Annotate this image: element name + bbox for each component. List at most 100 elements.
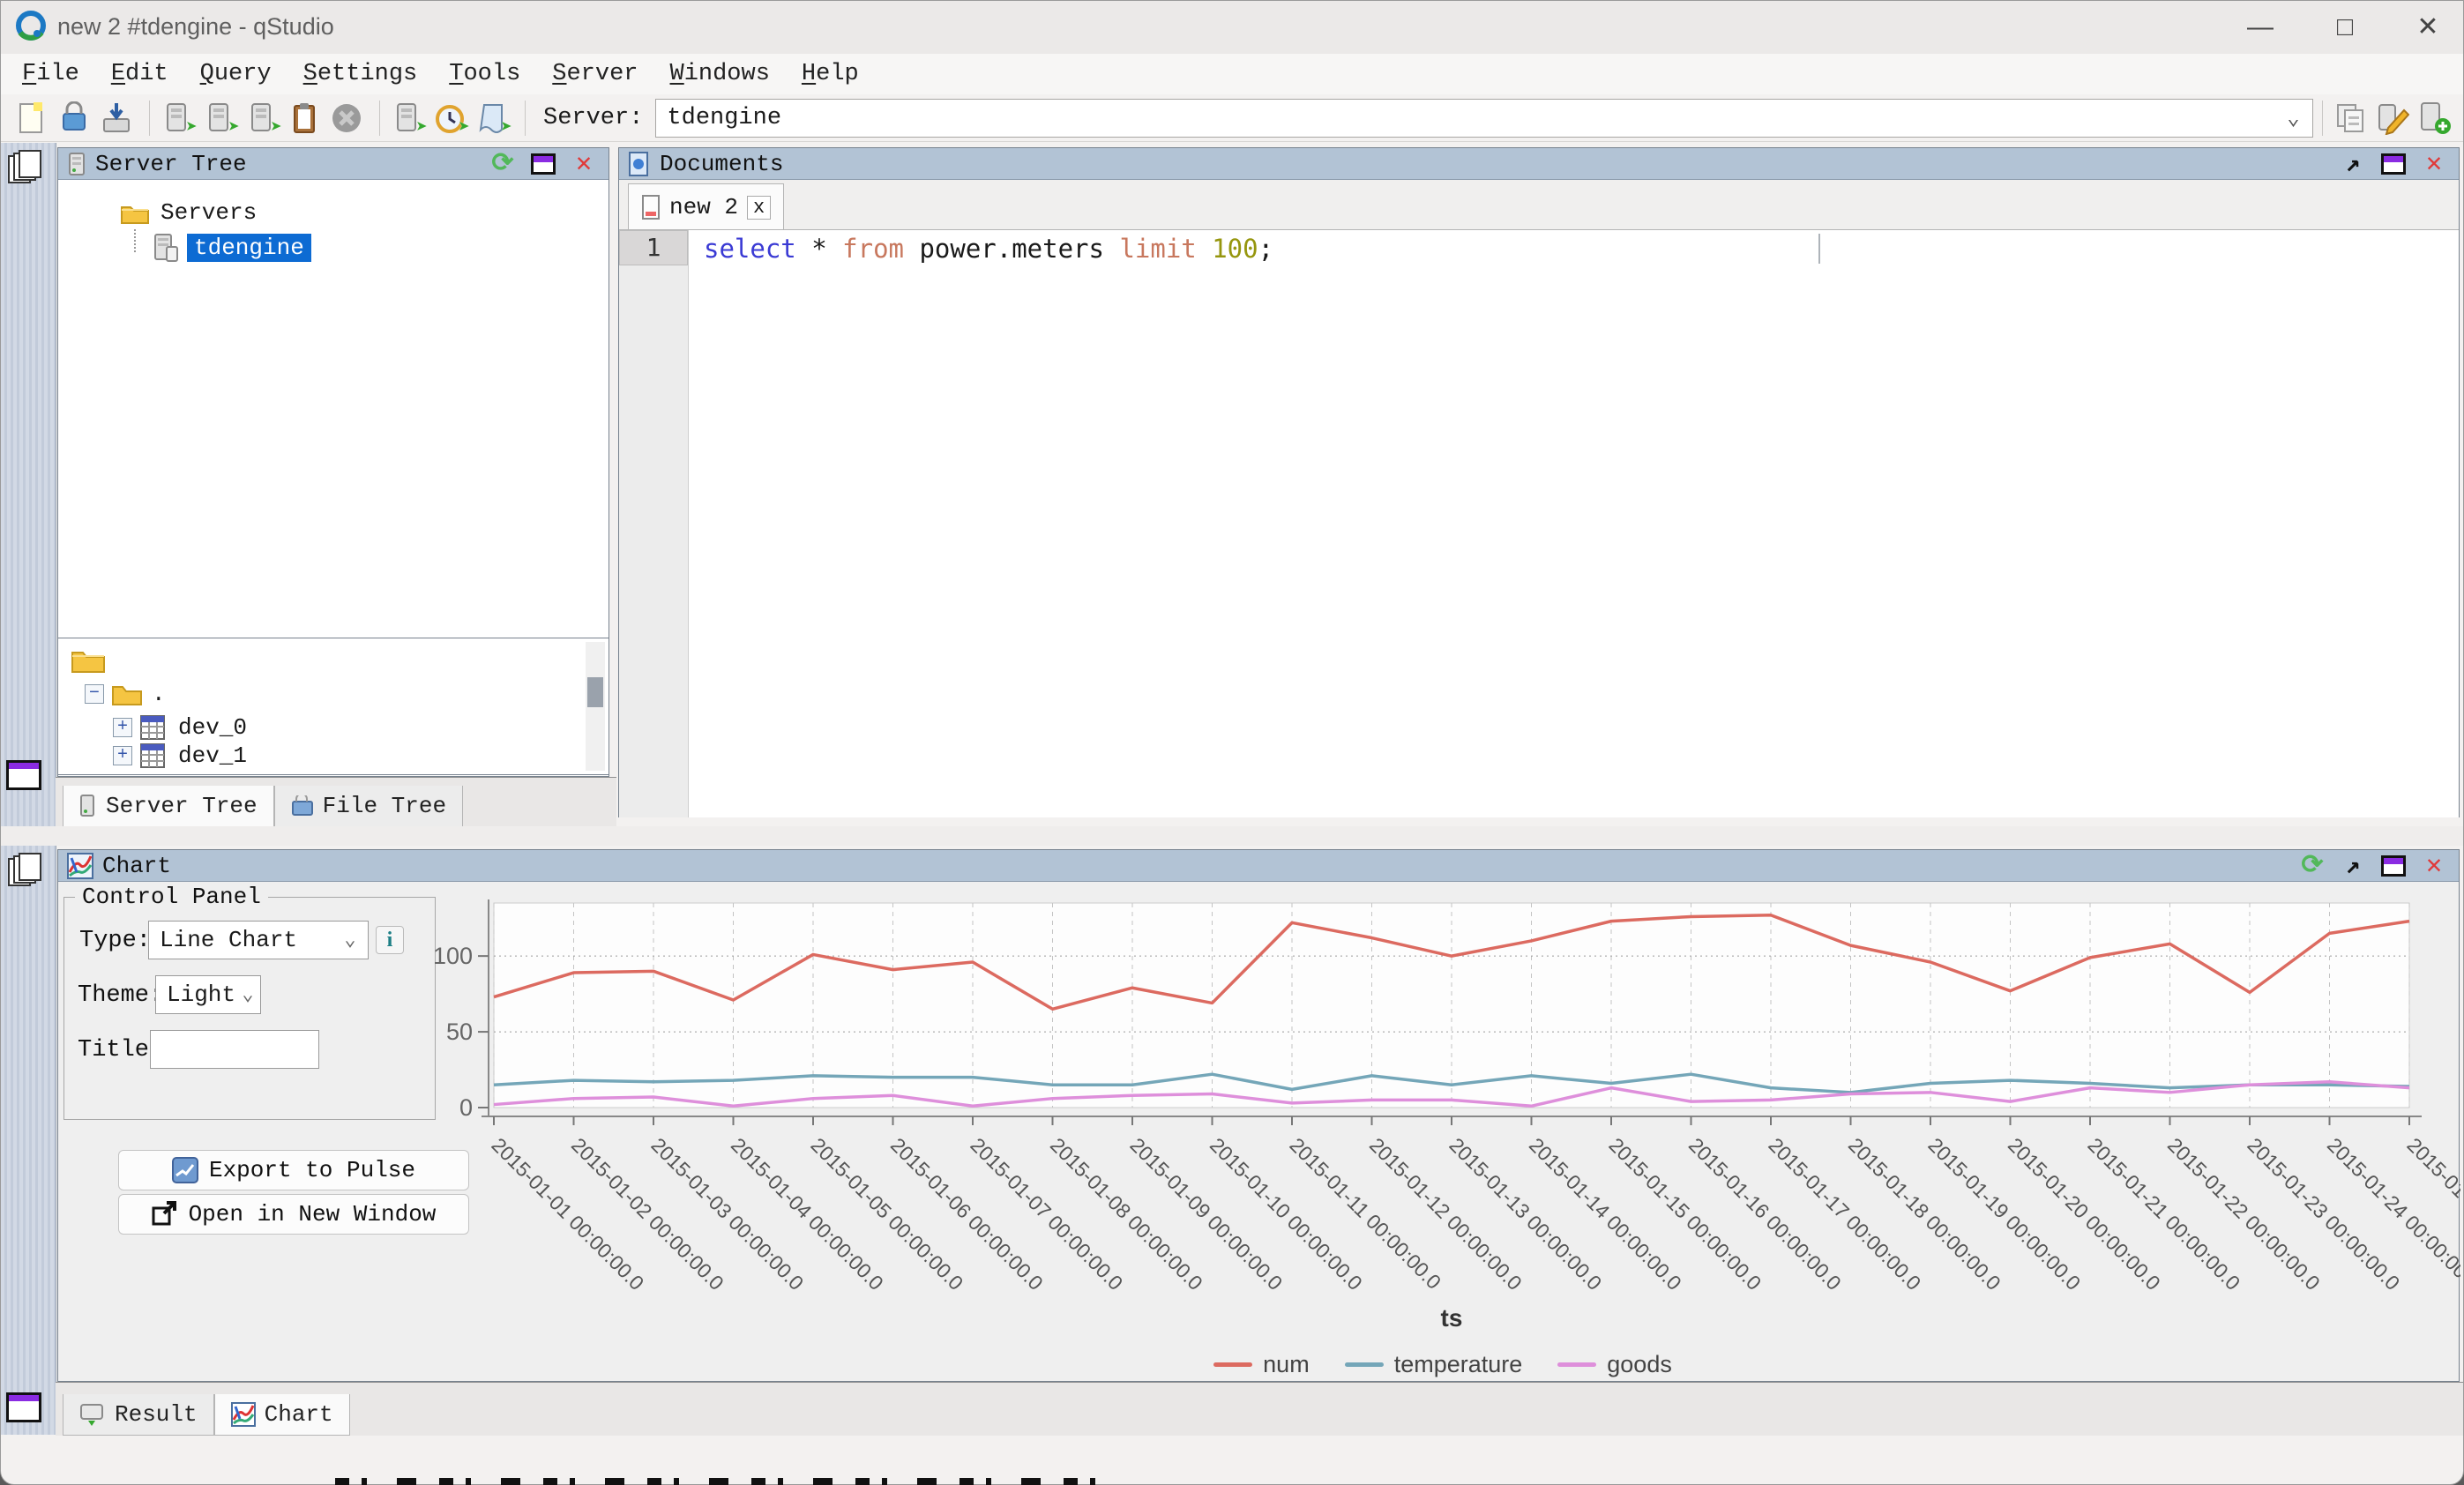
send-query-icon[interactable]: ➤: [389, 100, 426, 137]
refresh-icon[interactable]: ⟳: [2296, 853, 2328, 879]
save-icon[interactable]: [98, 100, 135, 137]
line-chart[interactable]: 0501002015-01-01 00:00:00.02015-01-02 00…: [425, 885, 2460, 1353]
maximize-panel-icon[interactable]: [2378, 151, 2409, 177]
menu-help[interactable]: Help: [786, 61, 875, 87]
popup-panel-icon[interactable]: ↗: [2337, 853, 2369, 879]
run-script-icon[interactable]: ➤: [474, 100, 511, 137]
tab-chart[interactable]: Chart: [214, 1394, 350, 1436]
dock-window-icon[interactable]: [6, 760, 41, 790]
copy-server-icon[interactable]: [2332, 100, 2369, 137]
chevron-down-icon[interactable]: ⌄: [2274, 105, 2312, 131]
scrollbar-thumb[interactable]: [587, 677, 603, 707]
tree-item-root-folder[interactable]: [71, 645, 106, 674]
menu-settings[interactable]: Settings: [287, 61, 434, 87]
sql-code-line[interactable]: select * from power.meters limit 100;: [704, 232, 1273, 265]
menu-bar: FileEditQuerySettingsToolsServerWindowsH…: [1, 54, 2464, 94]
x-tick-label: 2015-01-04 00:00:00.0: [727, 1133, 888, 1295]
popup-panel-icon[interactable]: ↗: [2337, 151, 2369, 177]
tree-item-dev0[interactable]: + dev_0: [113, 714, 247, 741]
sql-editor[interactable]: 1 select * from power.meters limit 100;: [619, 229, 2459, 817]
dock-restore-icon[interactable]: [8, 853, 45, 888]
refresh-icon[interactable]: ⟳: [487, 151, 519, 177]
run-line-icon[interactable]: ➤: [201, 100, 238, 137]
chart-type-value: Line Chart: [149, 927, 332, 953]
tab-label: Server Tree: [106, 793, 258, 819]
tree-item-servers[interactable]: Servers: [120, 199, 257, 226]
chart-body: Control Panel Type: Line Chart ⌄ i Theme…: [58, 882, 2459, 1381]
maximize-button[interactable]: □: [2304, 8, 2386, 47]
green-arrow-overlay: ➤: [459, 119, 470, 138]
close-panel-icon[interactable]: ✕: [2418, 853, 2450, 879]
tree-item-tdengine[interactable]: tdengine: [153, 233, 311, 263]
document-tab-new2[interactable]: new 2 x: [628, 183, 784, 230]
documents-header: Documents ↗ ✕: [619, 148, 2459, 180]
x-tick-label: 2015-01-23 00:00:00.0: [2243, 1133, 2404, 1295]
stop-query-icon[interactable]: [328, 100, 365, 137]
legend-label: goods: [1607, 1351, 1672, 1378]
qstudio-window: new 2 #tdengine - qStudio — □ ✕ FileEdit…: [0, 0, 2464, 1485]
export-to-pulse-button[interactable]: Export to Pulse: [118, 1150, 469, 1190]
table-icon: [139, 714, 168, 741]
chart-legend[interactable]: num temperature goods: [425, 1351, 2460, 1378]
tab-server-tree[interactable]: Server Tree: [63, 786, 274, 827]
open-file-icon[interactable]: [56, 100, 93, 137]
export-to-pulse-label: Export to Pulse: [209, 1157, 415, 1183]
close-button[interactable]: ✕: [2387, 8, 2464, 47]
tab-label: Chart: [265, 1401, 333, 1428]
left-dock-strip-top: [1, 143, 56, 826]
minimize-button[interactable]: —: [2220, 8, 2301, 47]
toolbar-separator: [379, 101, 380, 136]
tree-item-dev1[interactable]: + dev_1: [113, 742, 247, 769]
run-query-icon[interactable]: ➤: [159, 100, 196, 137]
x-tick-label: 2015-01-21 00:00:00.0: [2083, 1133, 2244, 1295]
maximize-panel-icon[interactable]: [2378, 853, 2409, 879]
title-input[interactable]: [150, 1030, 319, 1069]
info-icon[interactable]: i: [376, 926, 404, 954]
legend-item-num[interactable]: num: [1213, 1351, 1310, 1378]
folder-icon: [71, 645, 106, 674]
y-tick-label: 0: [459, 1094, 473, 1121]
horizontal-splitter[interactable]: [1, 826, 2464, 846]
menu-server[interactable]: Server: [536, 61, 653, 87]
legend-swatch: [1345, 1362, 1384, 1367]
code-token: select: [704, 234, 796, 264]
tab-file-tree[interactable]: File Tree: [274, 786, 463, 827]
green-arrow-overlay: ➤: [186, 119, 198, 138]
scrollbar-track[interactable]: [586, 642, 605, 771]
expand-expander[interactable]: +: [113, 746, 132, 765]
dot-folder-label: .: [152, 681, 166, 707]
chart-type-select[interactable]: Line Chart ⌄: [148, 921, 369, 959]
menu-file[interactable]: File: [6, 61, 95, 87]
legend-item-temperature[interactable]: temperature: [1345, 1351, 1523, 1378]
menu-windows[interactable]: Windows: [654, 61, 786, 87]
maximize-panel-icon[interactable]: [527, 151, 559, 177]
tab-close-icon[interactable]: x: [747, 196, 771, 220]
server-combobox[interactable]: tdengine ⌄: [655, 99, 2313, 138]
theme-select[interactable]: Light ⌄: [155, 975, 261, 1014]
close-panel-icon[interactable]: ✕: [568, 151, 600, 177]
schedule-query-icon[interactable]: ➤: [431, 100, 468, 137]
tree-item-dot-folder[interactable]: − .: [85, 681, 166, 707]
chevron-down-icon: ⌄: [235, 983, 260, 1006]
close-panel-icon[interactable]: ✕: [2418, 151, 2450, 177]
edit-server-icon[interactable]: [2374, 100, 2411, 137]
dock-window-icon[interactable]: [6, 1392, 41, 1422]
code-token: power.meters: [904, 234, 1119, 264]
new-document-icon[interactable]: [13, 100, 50, 137]
menu-edit[interactable]: Edit: [95, 61, 184, 87]
left-tab-row: Server Tree File Tree: [56, 777, 616, 827]
add-server-icon[interactable]: [2416, 100, 2453, 137]
run-selection-icon[interactable]: ➤: [243, 100, 280, 137]
tab-result[interactable]: Result: [63, 1394, 214, 1436]
file-tree-icon: [291, 795, 314, 817]
menu-tools[interactable]: Tools: [433, 61, 536, 87]
x-tick-label: 2015-01-12 00:00:00.0: [1365, 1133, 1527, 1295]
menu-query[interactable]: Query: [184, 61, 287, 87]
result-grid-icon: [79, 1403, 106, 1426]
collapse-expander[interactable]: −: [85, 684, 104, 704]
dock-restore-icon[interactable]: [8, 150, 45, 185]
legend-item-goods[interactable]: goods: [1557, 1351, 1672, 1378]
copy-result-icon[interactable]: [286, 100, 323, 137]
expand-expander[interactable]: +: [113, 718, 132, 737]
open-in-new-window-button[interactable]: Open in New Window: [118, 1194, 469, 1235]
